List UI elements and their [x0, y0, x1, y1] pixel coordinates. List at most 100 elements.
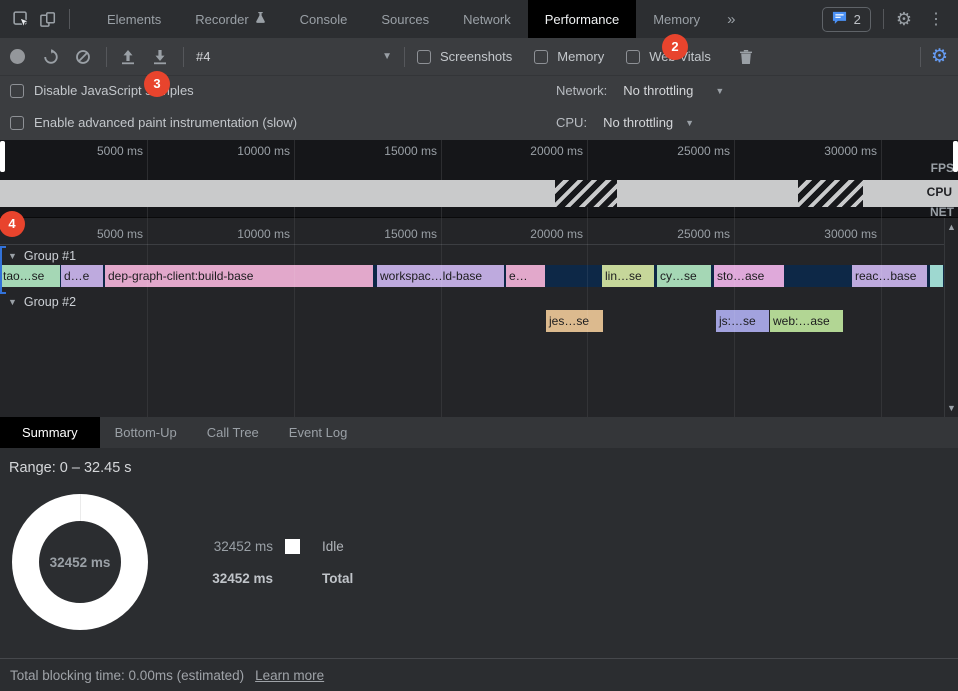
legend-value: 32452 ms — [205, 571, 273, 586]
devtools-tab-bar: Elements Recorder ConsoleSourcesNetwork Per… — [0, 0, 958, 38]
time-tick-label: 25000 ms — [654, 144, 730, 158]
cpu-activity-band — [0, 180, 958, 207]
record-button[interactable] — [4, 44, 30, 70]
flame-event[interactable]: d…e — [61, 265, 103, 287]
flame-event[interactable]: sto…ase — [714, 265, 784, 287]
time-tick-label: 30000 ms — [801, 227, 877, 241]
issues-counter-button[interactable]: 2 — [822, 7, 871, 32]
tab-label: Elements — [107, 12, 161, 27]
grid-line — [734, 218, 735, 417]
tab-performance[interactable]: Performance — [528, 0, 636, 38]
flame-event[interactable]: tao…se — [0, 265, 60, 287]
cpu-throttling-select[interactable]: No throttling ▼ — [603, 115, 694, 130]
tab-network[interactable]: Network — [446, 0, 528, 38]
flame-event[interactable]: cy…se — [657, 265, 711, 287]
reload-and-record-button[interactable] — [38, 44, 64, 70]
network-throttling-value: No throttling — [623, 83, 693, 98]
advanced-paint-label: Enable advanced paint instrumentation (s… — [34, 115, 297, 130]
summary-pane: Range: 0 – 32.45 s 32452 ms 32452 ms Idle… — [0, 448, 958, 658]
legend-row: 32452 msTotal — [205, 570, 353, 587]
legend-row: 32452 ms Idle — [205, 538, 353, 555]
flame-event[interactable]: js:…se — [716, 310, 769, 332]
scroll-down-icon[interactable]: ▼ — [945, 403, 958, 413]
device-toolbar-icon[interactable] — [38, 10, 56, 28]
flame-event[interactable]: lin…se — [602, 265, 654, 287]
tab-item[interactable]: » — [717, 0, 745, 38]
checkbox-icon — [534, 50, 548, 64]
donut-total-label: 32452 ms — [50, 555, 111, 570]
tabbar-right-cluster: 2 ⚙ ⋮ — [822, 7, 958, 32]
group-1-track: tao…sed…edep-graph-client:build-basework… — [0, 265, 944, 287]
trash-icon[interactable] — [733, 44, 759, 70]
more-options-kebab-icon[interactable]: ⋮ — [924, 9, 948, 29]
tab-label: Recorder — [195, 12, 248, 27]
clear-recordings-icon[interactable] — [70, 44, 96, 70]
cpu-busy-region — [798, 180, 863, 207]
details-tab-bottom-up[interactable]: Bottom-Up — [100, 417, 192, 448]
triangle-down-icon: ▼ — [8, 251, 17, 261]
summary-legend: 32452 ms Idle 32452 msTotal — [205, 538, 353, 587]
recording-select[interactable]: #4 ▼ — [196, 49, 392, 64]
details-tab-call-tree[interactable]: Call Tree — [192, 417, 274, 448]
learn-more-link[interactable]: Learn more — [255, 668, 324, 683]
time-tick-label: 5000 ms — [67, 227, 143, 241]
divider — [183, 47, 184, 67]
screenshots-checkbox[interactable]: Screenshots — [417, 49, 512, 64]
grid-line — [881, 218, 882, 417]
capture-settings-gear-icon[interactable]: ⚙ — [931, 47, 948, 66]
group-2-header[interactable]: ▼ Group #2 — [8, 294, 76, 310]
advanced-paint-checkbox[interactable]: Enable advanced paint instrumentation (s… — [10, 115, 297, 130]
tab-console[interactable]: Console — [283, 0, 365, 38]
group-2-name: Group #2 — [24, 295, 76, 309]
flask-icon — [255, 11, 266, 27]
flame-event[interactable]: web:…ase — [770, 310, 843, 332]
time-tick-label: 20000 ms — [507, 227, 583, 241]
overview-left-handle[interactable] — [0, 141, 5, 172]
checkbox-icon — [626, 50, 640, 64]
tab-label: Performance — [545, 12, 619, 27]
checkbox-label: Memory — [557, 49, 604, 64]
network-throttling-select[interactable]: No throttling ▼ — [623, 83, 724, 98]
range-label: Range: 0 – 32.45 s — [9, 460, 132, 476]
selection-bracket — [0, 246, 6, 294]
cpu-busy-region — [555, 180, 617, 207]
flame-event[interactable] — [930, 265, 943, 287]
tab-sources[interactable]: Sources — [364, 0, 446, 38]
group-1-header[interactable]: ▼ Group #1 — [8, 248, 76, 264]
tab-memory[interactable]: Memory — [636, 0, 717, 38]
settings-gear-icon[interactable]: ⚙ — [896, 10, 912, 28]
group-2-track: jes…se js:…seweb:…ase — [0, 310, 944, 332]
timeline-overview[interactable]: 5000 ms10000 ms15000 ms20000 ms25000 ms3… — [0, 140, 958, 218]
time-tick-label: 25000 ms — [654, 227, 730, 241]
details-tab-event-log[interactable]: Event Log — [274, 417, 363, 448]
grid-line — [587, 218, 588, 417]
chat-bubble-icon — [832, 11, 847, 28]
chevron-down-icon: ▼ — [715, 86, 724, 96]
annotation-badge-3: 3 — [144, 71, 170, 97]
load-profile-button[interactable] — [115, 44, 141, 70]
memory-checkbox[interactable]: Memory — [534, 49, 604, 64]
time-tick-label: 30000 ms — [801, 144, 877, 158]
tab-recorder[interactable]: Recorder — [178, 0, 282, 38]
tab-label: » — [727, 11, 735, 28]
save-profile-button[interactable] — [147, 44, 173, 70]
flame-event[interactable]: reac…base — [852, 265, 927, 287]
overview-right-handle[interactable] — [953, 141, 958, 172]
legend-label: Idle — [322, 539, 344, 554]
recording-select-value: #4 — [196, 49, 210, 64]
ruler-divider — [0, 244, 944, 245]
flame-event[interactable]: jes…se — [546, 310, 603, 332]
legend-value: 32452 ms — [205, 539, 273, 554]
flame-event[interactable]: e… — [506, 265, 545, 287]
inspect-element-icon[interactable] — [12, 10, 30, 28]
cpu-throttling-row: CPU: No throttling ▼ — [556, 115, 694, 130]
scroll-up-icon[interactable]: ▲ — [945, 222, 958, 232]
chevron-down-icon: ▼ — [382, 51, 392, 62]
donut-slice-seam — [80, 494, 81, 522]
cpu-throttling-value: No throttling — [603, 115, 673, 130]
flame-event[interactable]: dep-graph-client:build-base — [105, 265, 373, 287]
tab-elements[interactable]: Elements — [90, 0, 178, 38]
grid-line — [441, 218, 442, 417]
vertical-scrollbar[interactable]: ▲ ▼ — [944, 218, 958, 417]
details-tab-summary[interactable]: Summary — [0, 417, 100, 448]
